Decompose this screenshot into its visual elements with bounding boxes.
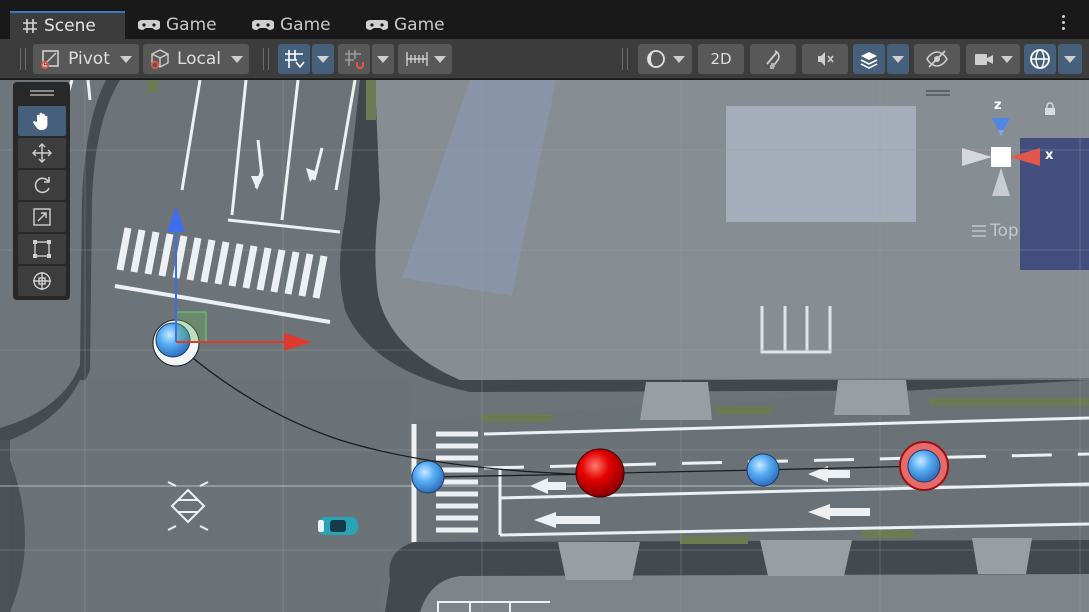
- scene-toolbar: Pivot Local 2D: [0, 39, 1089, 79]
- scene-viewport[interactable]: z x Top: [0, 80, 1089, 612]
- gamepad-icon: [366, 20, 388, 30]
- tab-scene[interactable]: Scene: [10, 11, 125, 39]
- grid-snap-icon: [345, 50, 364, 69]
- tab-game-1-label: Game: [166, 15, 217, 35]
- pivot-label: Pivot: [68, 49, 110, 69]
- shading-sphere-icon: [647, 50, 665, 68]
- crosswalk-top: [116, 227, 328, 299]
- grid-visibility-menu[interactable]: [312, 44, 334, 74]
- mode-2d-label: 2D: [710, 50, 732, 68]
- stop-line-top: [114, 284, 331, 324]
- arrow-up-icon[interactable]: [167, 206, 185, 232]
- grid-visibility-button[interactable]: [278, 44, 310, 74]
- local-label: Local: [176, 49, 222, 69]
- x-axis-label: x: [1045, 148, 1054, 163]
- scale-icon: [33, 208, 51, 226]
- audio-button[interactable]: [802, 44, 848, 74]
- palette-drag-handle[interactable]: [30, 90, 54, 96]
- grid-snap-button[interactable]: [338, 44, 370, 74]
- chevron-down-icon: [377, 55, 389, 63]
- hand-icon: [33, 112, 48, 130]
- gamepad-icon: [138, 20, 160, 30]
- chevron-down-icon: [119, 55, 132, 63]
- gamepad-icon: [252, 20, 274, 30]
- tab-game-2[interactable]: Game: [240, 11, 352, 39]
- tab-game-3-label: Game: [394, 15, 445, 35]
- z-axis-tip: [998, 130, 1004, 136]
- rotate-icon: [34, 177, 50, 194]
- chevron-down-icon: [433, 55, 446, 63]
- tab-scene-label: Scene: [44, 16, 96, 36]
- toolbar-grip[interactable]: [20, 48, 26, 70]
- z-axis-label: z: [994, 98, 1002, 113]
- waypoint-red[interactable]: [575, 448, 625, 498]
- editor-tab-bar: Scene Game Game Game: [0, 0, 1089, 39]
- mode-2d-button[interactable]: 2D: [698, 44, 744, 74]
- gizmos-button[interactable]: [1024, 44, 1056, 74]
- waypoint-blue[interactable]: [411, 460, 445, 494]
- neg-x-axis-cone[interactable]: [962, 148, 992, 166]
- lighting-button[interactable]: [750, 44, 796, 74]
- chevron-down-icon: [1064, 55, 1076, 63]
- view-orientation-label[interactable]: Top: [972, 221, 1019, 241]
- chevron-down-icon: [892, 55, 904, 63]
- tab-game-1[interactable]: Game: [126, 11, 238, 39]
- gizmo-globe-icon: [1030, 49, 1050, 69]
- shading-mode-dropdown[interactable]: [638, 44, 692, 74]
- move-arrows-icon: [32, 143, 52, 163]
- rect-tool-button[interactable]: [18, 234, 66, 264]
- sidewalk-lower: [420, 574, 1089, 612]
- scale-tool-button[interactable]: [18, 202, 66, 232]
- rect-transform-icon: [33, 240, 51, 258]
- building-footprint: [726, 106, 916, 222]
- menu-icon: [972, 225, 986, 237]
- toolbar-grip[interactable]: [263, 48, 269, 70]
- effects-layers-icon: [860, 52, 878, 69]
- camera-dropdown[interactable]: [966, 44, 1020, 74]
- road-lower-left: [10, 380, 410, 612]
- grid-hash-icon: [23, 19, 37, 33]
- ruler-icon: [405, 52, 428, 66]
- car-icon[interactable]: [318, 517, 358, 535]
- tab-game-2-label: Game: [280, 15, 331, 35]
- hand-tool-button[interactable]: [18, 106, 66, 136]
- neg-z-axis-cone[interactable]: [992, 168, 1010, 196]
- pivot-icon: [41, 50, 59, 70]
- chevron-down-icon: [673, 55, 685, 63]
- tab-game-3[interactable]: Game: [354, 11, 466, 39]
- view-orientation-text: Top: [990, 221, 1019, 241]
- chevron-down-icon: [1001, 55, 1013, 63]
- x-axis-cone[interactable]: [1010, 148, 1040, 166]
- arrow-right-icon[interactable]: [284, 333, 312, 351]
- eye-hidden-icon: [926, 50, 948, 68]
- chevron-down-icon: [231, 55, 244, 63]
- transform-tool-button[interactable]: [18, 266, 66, 296]
- tool-palette: [13, 82, 70, 300]
- audio-mute-icon: [818, 52, 834, 66]
- axis-cones[interactable]: [950, 90, 1060, 200]
- more-options-icon[interactable]: [1058, 13, 1068, 35]
- light-bulb-icon: [766, 50, 780, 69]
- effects-menu[interactable]: [887, 44, 909, 74]
- cube-icon: [150, 49, 169, 70]
- gizmos-menu[interactable]: [1058, 44, 1082, 74]
- transform-icon: [33, 272, 51, 290]
- waypoint-blue[interactable]: [746, 453, 780, 487]
- increment-snap-dropdown[interactable]: [398, 44, 452, 74]
- gizmo-center-cube[interactable]: [991, 147, 1011, 167]
- scene-visibility-button[interactable]: [914, 44, 960, 74]
- overlay-drag-handle[interactable]: [926, 90, 950, 96]
- grid-visibility-icon: [285, 50, 305, 69]
- waypoint-end[interactable]: [899, 441, 949, 491]
- scene-canvas[interactable]: [0, 80, 1089, 612]
- pivot-dropdown[interactable]: Pivot: [33, 44, 139, 74]
- move-tool-button[interactable]: [18, 138, 66, 168]
- chevron-down-icon: [317, 55, 329, 63]
- toolbar-grip[interactable]: [622, 48, 628, 70]
- grid-snap-menu[interactable]: [372, 44, 394, 74]
- rotate-tool-button[interactable]: [18, 170, 66, 200]
- camera-icon: [975, 54, 993, 65]
- effects-button[interactable]: [853, 44, 885, 74]
- local-dropdown[interactable]: Local: [143, 44, 249, 74]
